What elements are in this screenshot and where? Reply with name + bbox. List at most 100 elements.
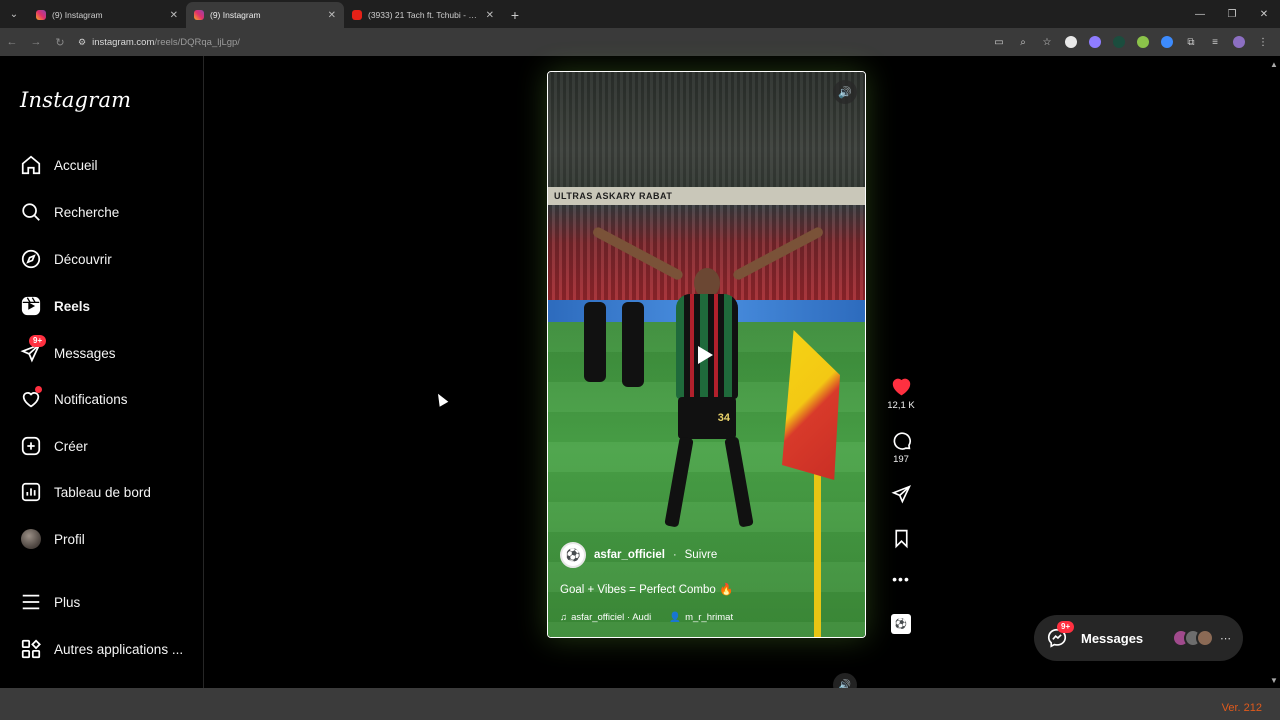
avatar [20,528,42,550]
minimize-icon[interactable]: — [1184,0,1216,28]
back-icon[interactable]: ← [0,30,24,54]
sidebar-item-creer[interactable]: Créer [0,426,204,466]
sidebar-item-notifications[interactable]: Notifications [0,379,204,419]
sidebar-item-recherche[interactable]: Recherche [0,192,204,232]
audio-row: ♫ asfar_officiel · Audi 👤 m_r_hrimat [560,612,853,623]
like-button[interactable]: 12,1 K [886,376,916,411]
sidebar-item-label: Reels [54,298,91,314]
youtube-icon [352,10,362,20]
follow-separator: · [672,549,677,561]
tab-title: (9) Instagram [210,10,261,20]
browser-menu-icon[interactable]: ⋮ [1252,31,1274,53]
close-tab-icon[interactable]: ✕ [170,10,178,21]
reading-list-icon[interactable]: ≡ [1204,31,1226,53]
window-controls: — ❐ ✕ [1184,0,1280,28]
home-icon [20,154,42,176]
cast-icon[interactable]: ▭ [988,31,1010,53]
version-label: Ver. 212 [1221,702,1262,714]
extension-icon-5[interactable] [1156,31,1178,53]
restore-icon[interactable]: ❐ [1216,0,1248,28]
play-icon[interactable] [698,346,713,364]
sidebar-item-profil[interactable]: Profil [0,519,204,559]
profile-avatar-icon[interactable] [1228,31,1250,53]
browser-tab-strip: ⌄ (9) Instagram ✕ (9) Instagram ✕ (3933)… [0,0,1280,28]
messages-floating-button[interactable]: 9+ Messages ⋯ [1034,615,1243,661]
background-player [584,302,606,382]
sidebar-item-reels[interactable]: Reels [0,286,204,326]
close-tab-icon[interactable]: ✕ [486,10,494,21]
sidebar-item-tableau-de-bord[interactable]: Tableau de bord [0,472,204,512]
mouse-cursor-icon [433,391,449,407]
sidebar-item-accueil[interactable]: Accueil [0,145,204,185]
more-icon: ••• [892,571,910,587]
avatar [1196,629,1214,647]
player-shorts: 34 [678,397,736,439]
extensions-puzzle-icon[interactable]: ⧉ [1180,31,1202,53]
reel-video[interactable]: ULTRAS ASKARY RABAT 34 🔊 ⚽ asfar_officie… [547,71,866,638]
user-icon: 👤 [669,612,682,623]
scroll-down-icon[interactable]: ▼ [1270,676,1278,685]
bookmark-star-icon[interactable]: ☆ [1036,31,1058,53]
save-button[interactable] [886,528,916,549]
sidebar-item-label: Créer [54,438,88,454]
sidebar-item-label: Recherche [54,204,120,220]
extension-icon-1[interactable] [1060,31,1082,53]
audio-thumbnail-icon: ⚽ [891,614,911,634]
tagged-user-link[interactable]: 👤 m_r_hrimat [669,612,733,623]
audio-thumbnail-button[interactable]: ⚽ [886,614,916,634]
sidebar-item-decouvrir[interactable]: Découvrir [0,239,204,279]
reload-icon[interactable]: ↻ [48,30,72,54]
extension-icon-4[interactable] [1132,31,1154,53]
audio-link[interactable]: ♫ asfar_officiel · Audi [560,612,651,623]
zoom-icon[interactable]: ⌕ [1012,31,1034,53]
bookmark-icon [894,529,908,549]
messenger-icon: 9+ [20,335,47,364]
more-options-button[interactable]: ••• [886,572,916,586]
jersey-number: 34 [717,412,730,424]
compass-icon [20,248,42,270]
author-avatar[interactable]: ⚽ [560,542,586,568]
heart-filled-icon [892,378,910,396]
extension-icon-3[interactable] [1108,31,1130,53]
reel-author-row: ⚽ asfar_officiel · Suivre [560,542,853,568]
share-button[interactable] [886,484,916,505]
close-window-icon[interactable]: ✕ [1248,0,1280,28]
toolbar-icons: ▭ ⌕ ☆ ⧉ ≡ ⋮ [988,28,1274,56]
extension-icon-2[interactable] [1084,31,1106,53]
notification-dot [35,386,42,393]
comment-count: 197 [893,454,909,465]
messenger-icon: 9+ [1046,621,1075,649]
url-host: instagram.com [92,36,155,48]
sidebar-item-autres-applications[interactable]: Autres applications ... [0,629,204,669]
instagram-icon [194,10,204,20]
site-info-icon[interactable]: ⚙ [78,37,86,48]
recent-chat-avatars [1172,629,1214,647]
tab-instagram-2[interactable]: (9) Instagram ✕ [186,2,344,28]
author-username[interactable]: asfar_officiel [594,549,665,561]
background-player [622,302,644,387]
page-scrollbar[interactable]: ▲ ▼ [1268,56,1280,688]
crowd-stands [548,72,865,202]
tab-instagram-1[interactable]: (9) Instagram ✕ [28,2,186,28]
close-tab-icon[interactable]: ✕ [328,10,336,21]
sidebar-item-label: Autres applications ... [54,641,184,657]
sidebar-item-label: Tableau de bord [54,484,151,500]
plus-square-icon [20,435,42,457]
tagged-user: m_r_hrimat [685,612,734,623]
address-bar: ← → ↻ ⚙ instagram.com/reels/DQRqa_ljLgp/… [0,28,1280,56]
tab-title: (3933) 21 Tach ft. Tchubi - M7a [368,10,480,20]
tab-search-icon[interactable]: ⌄ [0,0,28,28]
sidebar-item-messages[interactable]: 9+ Messages [0,333,204,373]
tab-youtube[interactable]: (3933) 21 Tach ft. Tchubi - M7a ✕ [344,2,502,28]
sound-toggle-icon[interactable]: 🔊 [833,80,857,104]
sidebar-item-label: Plus [54,594,81,610]
new-tab-button[interactable]: + [502,2,528,28]
instagram-logo[interactable]: Instagram [20,88,131,112]
comment-button[interactable]: 197 [886,430,916,465]
url-input[interactable]: ⚙ instagram.com/reels/DQRqa_ljLgp/ [78,32,240,52]
follow-button[interactable]: Suivre [685,549,718,561]
scroll-up-icon[interactable]: ▲ [1270,60,1278,69]
sidebar-item-plus[interactable]: Plus [0,582,204,622]
forward-icon[interactable]: → [24,30,48,54]
reels-icon [20,295,42,317]
